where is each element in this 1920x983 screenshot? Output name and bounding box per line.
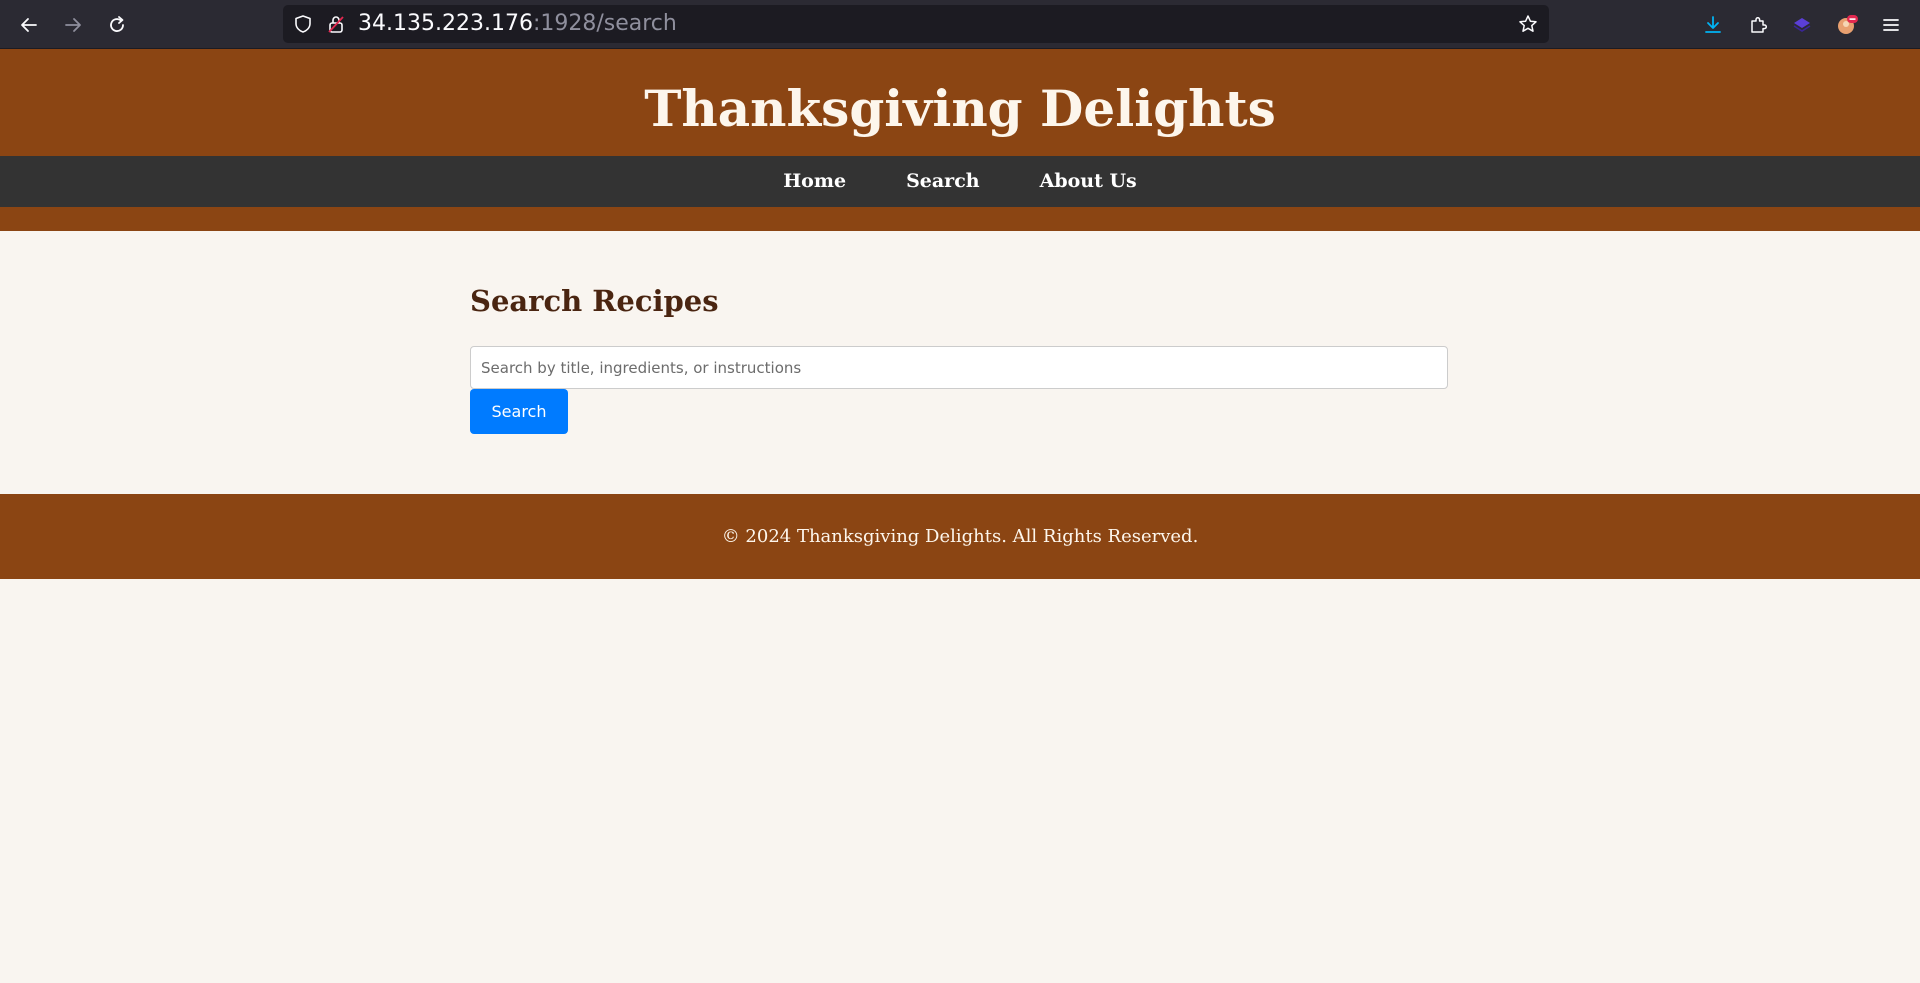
back-arrow-icon [21, 18, 37, 32]
site-header: Thanksgiving Delights Home Search About … [0, 49, 1920, 231]
footer-copyright: © 2024 Thanksgiving Delights. All Rights… [721, 526, 1199, 547]
url-host: 34.135.223.176 [358, 11, 533, 36]
layers-extension-icon [1793, 18, 1811, 32]
search-button[interactable]: Search [470, 389, 568, 434]
downloads-button[interactable] [1697, 9, 1729, 41]
nav-link-search[interactable]: Search [876, 156, 1010, 207]
search-input[interactable] [470, 346, 1448, 389]
page-title: Search Recipes [470, 284, 719, 318]
back-button[interactable] [13, 9, 45, 41]
main-nav: Home Search About Us [0, 156, 1920, 207]
avatar-icon [1838, 15, 1858, 34]
star-icon[interactable] [1518, 5, 1538, 43]
extensions-button[interactable] [1742, 9, 1774, 41]
puzzle-icon [1751, 16, 1768, 33]
url-path: :1928/search [532, 11, 677, 36]
nav-link-about-us[interactable]: About Us [1010, 156, 1167, 207]
shield-icon[interactable] [293, 5, 313, 43]
hamburger-menu-icon [1883, 19, 1899, 31]
reload-button[interactable] [101, 9, 133, 41]
site-title: Thanksgiving Delights [644, 79, 1276, 138]
menu-button[interactable] [1875, 9, 1907, 41]
nav-link-home[interactable]: Home [753, 156, 876, 207]
site-footer: © 2024 Thanksgiving Delights. All Rights… [0, 494, 1920, 579]
insecure-lock-icon[interactable] [326, 5, 346, 43]
download-icon [1705, 16, 1721, 33]
address-bar[interactable]: 34.135.223.176:1928/search [283, 5, 1549, 43]
profile-button[interactable] [1831, 9, 1863, 41]
url-text[interactable]: 34.135.223.176:1928/search [358, 5, 677, 43]
forward-arrow-icon [65, 18, 81, 32]
reload-icon [110, 16, 124, 32]
main-content: Search Recipes Search [470, 231, 1448, 494]
extension-button[interactable] [1786, 9, 1818, 41]
forward-button[interactable] [57, 9, 89, 41]
browser-toolbar: 34.135.223.176:1928/search [0, 0, 1920, 49]
